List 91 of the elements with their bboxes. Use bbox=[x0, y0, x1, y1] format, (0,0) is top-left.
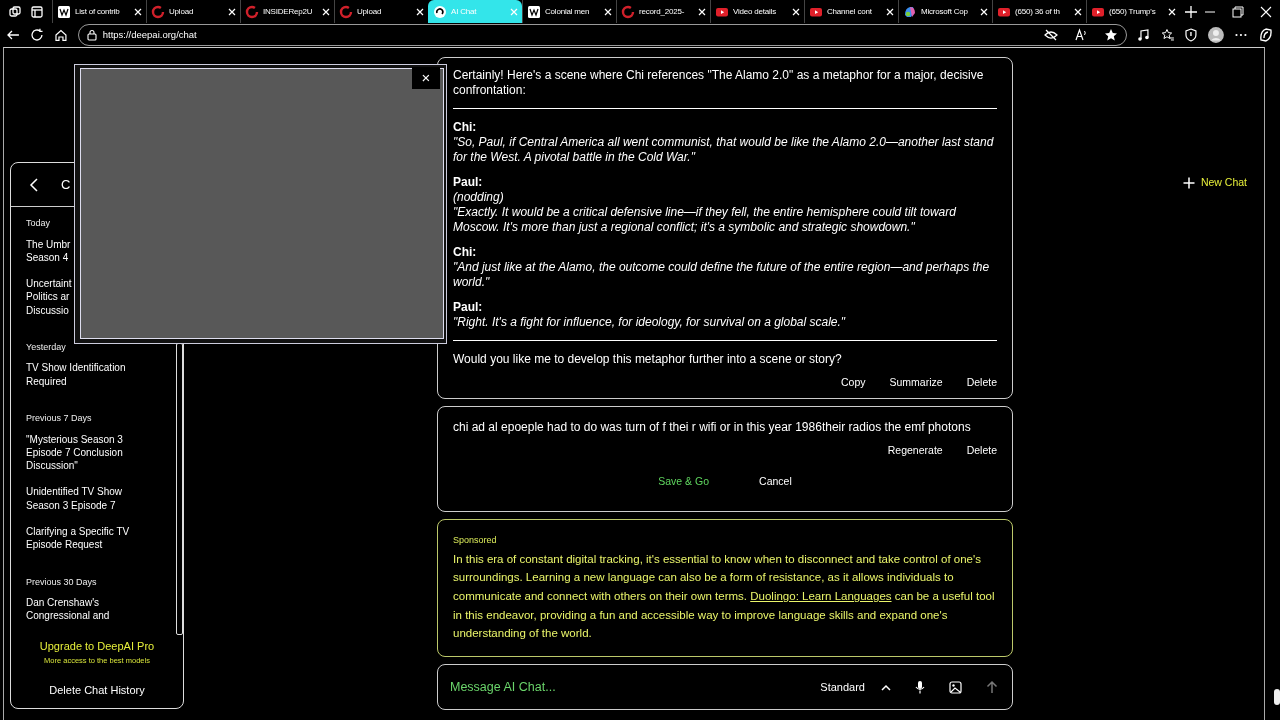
workspaces-icon[interactable] bbox=[8, 4, 22, 19]
ring-icon bbox=[245, 4, 259, 19]
dialogue-line: (nodding) bbox=[453, 190, 505, 205]
shield-icon[interactable] bbox=[1184, 28, 1199, 42]
message-text: Certainly! Here's a scene where Chi references "The Alamo 2.0" as a metaphor for a major, decisive confrontation: bbox=[453, 68, 985, 98]
browser-tab[interactable]: List of contrib bbox=[52, 0, 146, 23]
browser-tab[interactable]: Upload bbox=[146, 0, 240, 23]
page-icon bbox=[527, 4, 541, 19]
browser-tab[interactable]: INSIDERep2U bbox=[240, 0, 334, 23]
browser-tab[interactable]: Colonial men bbox=[522, 0, 616, 23]
dialogue-line: "So, Paul, if Central America all went communist, that would be like the Alamo 2.0—another last stand for the West. A pivotal battle in the Cold War." bbox=[453, 135, 995, 165]
action-link[interactable]: Summarize bbox=[889, 375, 943, 390]
close-icon[interactable] bbox=[792, 7, 800, 16]
section-heading: Today bbox=[26, 217, 52, 230]
close-icon[interactable] bbox=[698, 7, 706, 16]
dialogue-line: "Exactly. It would be a critical defensive line—if they fell, the entire hemisphere could tilt toward Moscow. It's more than just a regional conflict; it's a symbolic and strategic showdown." bbox=[453, 205, 957, 235]
upgrade-link[interactable]: Upgrade to DeepAI Pro bbox=[11, 638, 183, 655]
read-aloud-icon[interactable] bbox=[1073, 28, 1088, 42]
copilot-icon[interactable] bbox=[1258, 27, 1274, 43]
ad-link[interactable]: Duolingo: Learn Languages bbox=[750, 589, 892, 602]
speaker-name: Paul: bbox=[453, 175, 484, 190]
browser-tab[interactable]: record_2025- bbox=[616, 0, 710, 23]
browser-tab[interactable]: (650) 36 of th bbox=[992, 0, 1086, 23]
copilot-icon bbox=[903, 4, 917, 19]
delete-history-button[interactable]: Delete Chat History bbox=[11, 680, 183, 700]
close-icon[interactable] bbox=[980, 7, 988, 16]
music-icon[interactable] bbox=[1136, 28, 1151, 42]
chat-history-item[interactable]: Clarifying a Specific TV Episode Request bbox=[26, 525, 183, 552]
plus-icon bbox=[1182, 176, 1195, 189]
browser-tab[interactable]: Video details bbox=[710, 0, 804, 23]
scrollbar[interactable] bbox=[176, 343, 183, 635]
section-heading: Yesterday bbox=[26, 341, 67, 354]
action-link[interactable]: Copy bbox=[841, 375, 866, 390]
ring-icon bbox=[621, 4, 635, 19]
close-icon[interactable] bbox=[604, 7, 612, 16]
section-heading: Previous 7 Days bbox=[26, 412, 93, 426]
close-icon[interactable] bbox=[228, 7, 236, 16]
new-chat-button[interactable]: New Chat bbox=[1182, 175, 1247, 191]
close-icon[interactable] bbox=[322, 7, 330, 16]
close-icon[interactable] bbox=[886, 7, 894, 16]
chat-history-item[interactable]: Unidentified TV Show Season 3 Episode 7 bbox=[26, 485, 183, 513]
cancel-link[interactable]: Cancel bbox=[759, 474, 792, 489]
page-icon bbox=[57, 4, 71, 19]
swirl-icon bbox=[433, 4, 447, 19]
close-icon[interactable] bbox=[1074, 7, 1082, 16]
sponsored-label: Sponsored bbox=[453, 534, 498, 547]
favorites-icon[interactable] bbox=[1160, 28, 1175, 42]
chat-history-item[interactable]: "Mysterious Season 3 Episode 7 Conclusion Discussion" bbox=[26, 432, 183, 473]
back-chevron-icon[interactable] bbox=[29, 177, 39, 192]
action-link[interactable]: Regenerate bbox=[887, 443, 943, 458]
speaker-name: Chi: bbox=[453, 245, 478, 260]
close-icon[interactable] bbox=[416, 7, 424, 16]
save-link[interactable]: Save & Go bbox=[658, 474, 710, 489]
send-arrow-icon[interactable] bbox=[986, 680, 998, 694]
dialogue-line: "Right. It's a fight for influence, for ideology, for survival on a global scale." bbox=[453, 315, 847, 330]
close-icon[interactable] bbox=[134, 7, 142, 16]
close-icon[interactable] bbox=[1168, 7, 1176, 16]
speaker-name: Chi: bbox=[453, 120, 478, 135]
tab-actions-icon[interactable] bbox=[30, 4, 44, 19]
edit-field[interactable]: chi ad al epoeple had to do was turn of f thei r wifi or in this year 1986their radios the emf photons bbox=[453, 420, 997, 435]
lock-icon bbox=[86, 29, 97, 41]
ring-icon bbox=[339, 4, 353, 19]
ring-icon bbox=[151, 4, 165, 19]
caret-icon bbox=[881, 683, 891, 691]
chat-history-item[interactable]: Dan Crenshaw's Congressional and bbox=[26, 596, 183, 623]
browser-tab[interactable]: Microsoft Cop bbox=[898, 0, 992, 23]
avatar-icon[interactable] bbox=[1208, 27, 1225, 43]
message-composer[interactable]: Message AI Chat... Standard bbox=[437, 664, 1013, 710]
restore-icon[interactable] bbox=[1232, 5, 1244, 18]
message-text: Would you like me to develop this metaphor further into a scene or story? bbox=[453, 352, 843, 367]
star-icon[interactable] bbox=[1103, 28, 1118, 42]
sidebar-title: C bbox=[61, 175, 71, 194]
sponsored-text: In this era of constant digital tracking, it's essential to know when to disconnect and take control of one's surroundings. Learning a new language can also be a form of resistance, as it allows individuals to communicate and connect with others on their own terms. Duolingo: Learn Languages can be a useful tool in this endeavor, providing a fun and accessible way to improve language skills and expand one's understanding of the world. bbox=[453, 551, 996, 642]
back-icon[interactable] bbox=[6, 28, 20, 42]
speaker-name: Paul: bbox=[453, 300, 484, 315]
home-icon[interactable] bbox=[53, 28, 68, 42]
microphone-icon[interactable] bbox=[915, 680, 925, 694]
browser-tab[interactable]: Channel cont bbox=[804, 0, 898, 23]
model-selector[interactable]: Standard bbox=[820, 678, 891, 696]
image-icon[interactable] bbox=[949, 680, 962, 694]
close-button[interactable]: × bbox=[412, 67, 440, 89]
dialogue-line: "And just like at the Alamo, the outcome could define the future of the entire region—and perhaps the world." bbox=[453, 260, 991, 290]
close-icon[interactable] bbox=[1260, 5, 1272, 18]
action-link[interactable]: Delete bbox=[966, 375, 997, 390]
hidden-eye-icon[interactable] bbox=[1043, 28, 1058, 42]
action-link[interactable]: Delete bbox=[966, 443, 997, 458]
new-tab-icon[interactable] bbox=[1184, 4, 1198, 19]
section-heading: Previous 30 Days bbox=[26, 575, 98, 589]
refresh-icon[interactable] bbox=[29, 28, 44, 42]
chat-history-item[interactable]: TV Show Identification Required bbox=[26, 361, 183, 389]
browser-tab[interactable]: (650) Trump's bbox=[1086, 0, 1180, 23]
